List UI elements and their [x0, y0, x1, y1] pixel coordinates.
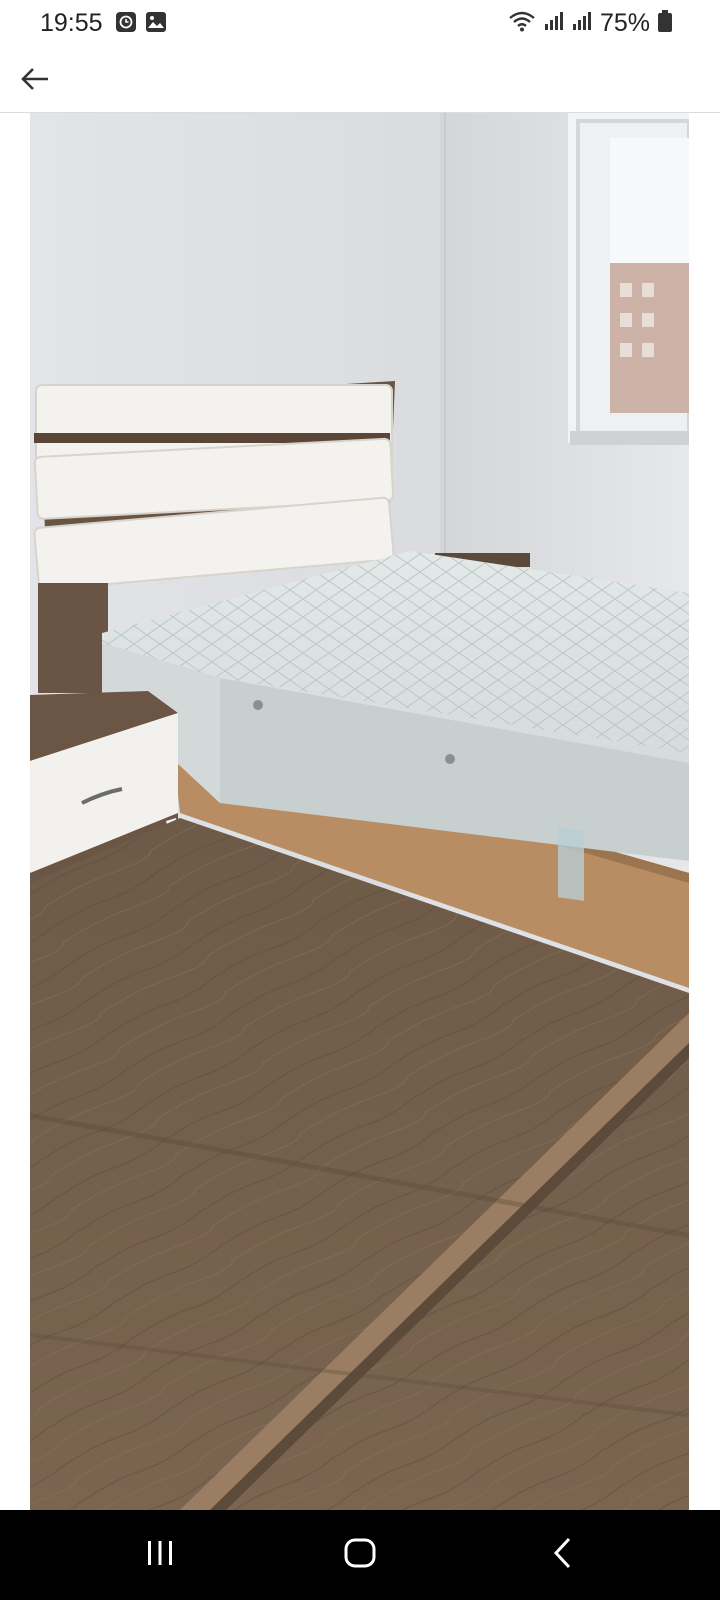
image-viewer[interactable]: [0, 113, 720, 1510]
bedroom-photo: [30, 113, 689, 1510]
back-button[interactable]: [14, 60, 56, 102]
status-bar: 19:55 75%: [0, 0, 720, 46]
signal-icon: [544, 11, 564, 36]
recent-apps-icon: [145, 1540, 175, 1571]
app-bar: [0, 46, 720, 113]
gallery-notification-icon: [146, 12, 166, 37]
recent-apps-button[interactable]: [130, 1530, 190, 1580]
nav-back-button[interactable]: [532, 1530, 592, 1580]
arrow-left-icon: [20, 67, 50, 96]
navigation-bar: [0, 1510, 720, 1600]
status-right-group: 75%: [508, 8, 672, 38]
home-button[interactable]: [330, 1530, 390, 1580]
wifi-icon: [508, 10, 536, 37]
photo[interactable]: [30, 113, 689, 1510]
signal-icon: [572, 11, 592, 36]
battery-icon: [658, 9, 672, 37]
home-icon: [344, 1538, 376, 1573]
battery-percent: 75%: [599, 8, 650, 37]
back-icon: [551, 1537, 573, 1574]
clock-notification-icon: [116, 12, 136, 37]
status-time: 19:55: [40, 9, 103, 37]
